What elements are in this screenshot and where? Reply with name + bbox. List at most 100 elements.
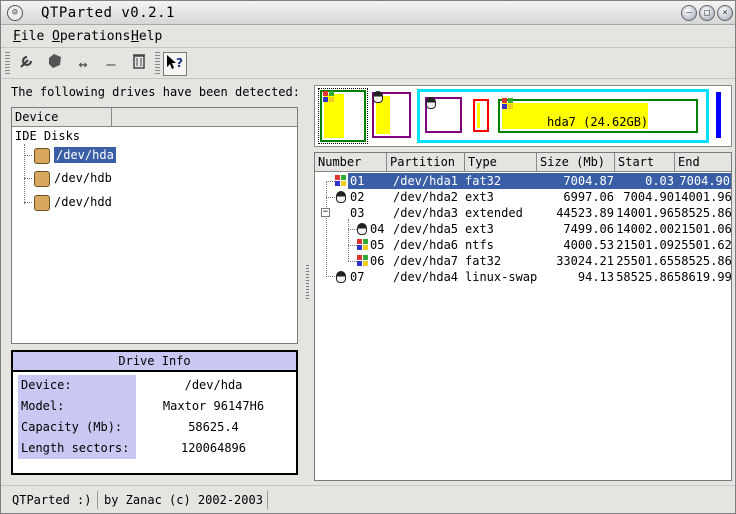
table-row[interactable]: 07 /dev/hda4 linux-swap 94.13 58525.86 5… [315, 269, 732, 285]
tree-connector [24, 144, 25, 204]
cell-size: 7499.06 [563, 222, 614, 236]
table-row[interactable]: 06 /dev/hda7 fat32 33024.21 25501.65 585… [315, 253, 732, 269]
harddisk-icon [34, 170, 50, 187]
trash-icon[interactable] [127, 52, 151, 76]
linux-icon [336, 191, 346, 203]
linux-icon [426, 97, 436, 109]
drive-tree-header: Device [12, 108, 297, 127]
drives-detected-label: The following drives have been detected: [11, 85, 300, 99]
toolbar-grip-2[interactable] [155, 52, 160, 76]
harddisk-icon [34, 147, 50, 164]
minimize-button[interactable]: – [681, 5, 697, 21]
menu-help[interactable]: Help [131, 29, 162, 44]
cell-number: 05 [370, 238, 385, 252]
delete-icon[interactable]: – [99, 52, 123, 76]
app-window: ☺ QTParted v0.2.1 – □ × File Operations … [0, 0, 736, 514]
cell-start: 0.03 [645, 174, 674, 188]
col-number[interactable]: Number [315, 153, 387, 171]
status-bar: QTParted :) by Zanac (c) 2002-2003 [1, 485, 735, 513]
cell-number: 07 [350, 270, 365, 284]
windows-icon [357, 239, 368, 250]
cell-end: 21501.06 [674, 222, 732, 236]
info-key: Capacity (Mb): [18, 417, 136, 438]
cell-number: 04 [370, 222, 385, 236]
windows-icon [335, 175, 346, 186]
cell-type: linux-swap [465, 270, 538, 284]
cell-end: 58525.86 [674, 206, 732, 220]
format-icon[interactable] [43, 52, 67, 76]
cell-end: 25501.62 [674, 238, 732, 252]
cell-type: extended [465, 206, 523, 220]
cell-start: 14002.00 [616, 222, 674, 236]
cell-number: 02 [350, 190, 365, 204]
info-key: Device: [18, 375, 136, 396]
table-row[interactable]: 04 /dev/hda5 ext3 7499.06 14002.00 21501… [315, 221, 732, 237]
close-button[interactable]: × [717, 5, 733, 21]
status-left: QTParted :) [12, 493, 92, 507]
properties-icon[interactable] [15, 52, 39, 76]
col-end[interactable]: End [675, 153, 731, 171]
windows-icon [323, 91, 334, 102]
table-row[interactable]: − 03 /dev/hda3 extended 44523.89 14001.9… [315, 205, 732, 221]
panel-splitter[interactable] [305, 85, 310, 481]
cell-start: 21501.09 [616, 238, 674, 252]
partition-map: hda7 (24.62GB) [314, 85, 732, 147]
tree-root-ide-disks[interactable]: IDE Disks [15, 129, 80, 143]
col-size[interactable]: Size (Mb) [537, 153, 615, 171]
info-row-device: Device: /dev/hda [18, 375, 291, 396]
cell-end: 14001.96 [674, 190, 732, 204]
drive-label: /dev/hdb [54, 171, 112, 185]
cell-size: 33024.21 [556, 254, 614, 268]
title-bar[interactable]: ☺ QTParted v0.2.1 – □ × [1, 1, 735, 25]
cell-start: 58525.86 [616, 270, 674, 284]
table-row[interactable]: 02 /dev/hda2 ext3 6997.06 7004.90 14001.… [315, 189, 732, 205]
linux-icon [357, 223, 367, 235]
window-menu-icon[interactable]: ☺ [7, 5, 23, 21]
drive-label: /dev/hda [54, 147, 116, 163]
tree-connector [24, 155, 32, 156]
device-column-header[interactable]: Device [12, 108, 112, 126]
partition-map-hda7-label: hda7 (24.62GB) [547, 115, 649, 129]
cell-number: 01 [350, 174, 365, 188]
info-key: Length sectors: [18, 438, 136, 459]
menu-file[interactable]: File [13, 29, 44, 44]
partition-map-hda7[interactable]: hda7 (24.62GB) [498, 99, 698, 133]
whats-this-icon[interactable]: ? [163, 52, 187, 76]
col-start[interactable]: Start [615, 153, 675, 171]
cell-partition: /dev/hda6 [393, 238, 459, 252]
cell-type: fat32 [465, 174, 502, 188]
tree-item-hda[interactable]: /dev/hda [34, 145, 116, 165]
info-row-model: Model: Maxtor 96147H6 [18, 396, 291, 417]
menu-operations[interactable]: Operations [52, 29, 130, 44]
resize-icon[interactable]: ↔ [71, 52, 95, 76]
toolbar-grip[interactable] [5, 52, 10, 76]
cell-number: 06 [370, 254, 385, 268]
tree-connector [24, 178, 32, 179]
col-type[interactable]: Type [465, 153, 537, 171]
partition-map-hda4[interactable] [716, 92, 721, 138]
cell-start: 7004.90 [623, 190, 674, 204]
partition-map-hda6[interactable] [473, 99, 489, 132]
tree-item-hdd[interactable]: /dev/hdd [34, 192, 112, 212]
col-partition[interactable]: Partition [387, 153, 465, 171]
cell-size: 4000.53 [563, 238, 614, 252]
windows-icon [357, 255, 368, 266]
partition-table[interactable]: Number Partition Type Size (Mb) Start En… [314, 152, 732, 481]
info-value: 58625.4 [188, 420, 239, 434]
cell-type: fat32 [465, 254, 502, 268]
cell-number: 03 [350, 206, 365, 220]
cell-size: 44523.89 [556, 206, 614, 220]
drive-info-title: Drive Info [13, 352, 296, 372]
collapse-icon[interactable]: − [321, 208, 330, 217]
cell-end: 7004.90 [679, 174, 730, 188]
toolbar: ↔ – ? [1, 49, 735, 79]
table-row[interactable]: 01 /dev/hda1 fat32 7004.87 0.03 7004.90 [315, 173, 731, 189]
maximize-button[interactable]: □ [699, 5, 715, 21]
info-row-length: Length sectors: 120064896 [18, 438, 291, 459]
window-title: QTParted v0.2.1 [41, 5, 175, 21]
drive-tree[interactable]: Device IDE Disks /dev/hda /dev/hdb /dev/… [11, 107, 298, 344]
tree-item-hdb[interactable]: /dev/hdb [34, 168, 112, 188]
info-value: /dev/hda [184, 378, 243, 392]
table-row[interactable]: 05 /dev/hda6 ntfs 4000.53 21501.09 25501… [315, 237, 732, 253]
partition-map-hda3[interactable]: hda7 (24.62GB) [417, 89, 709, 143]
